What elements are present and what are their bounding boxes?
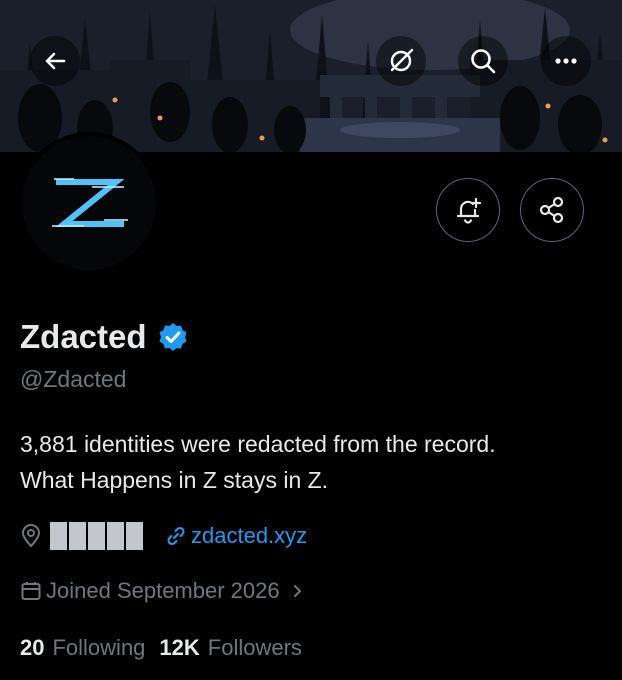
location-redacted bbox=[50, 522, 143, 550]
link-icon bbox=[167, 526, 185, 546]
search-button[interactable] bbox=[458, 36, 508, 86]
website-text: zdacted.xyz bbox=[191, 523, 308, 548]
share-icon bbox=[539, 196, 564, 224]
more-horizontal-icon bbox=[555, 58, 577, 64]
handle: @Zdacted bbox=[20, 366, 127, 392]
profile-banner[interactable] bbox=[0, 0, 622, 152]
stats-row: 20 Following 12K Followers bbox=[20, 635, 302, 661]
back-button[interactable] bbox=[30, 36, 80, 86]
slashed-circle-icon bbox=[390, 48, 414, 72]
followers-count: 12K bbox=[159, 635, 200, 660]
followers-link[interactable]: 12K Followers bbox=[159, 635, 302, 661]
bio: 3,881 identities were redacted from the … bbox=[20, 426, 600, 498]
joined-row[interactable]: Joined September 2026 bbox=[20, 578, 308, 604]
calendar-icon bbox=[21, 582, 41, 600]
location-pin-icon bbox=[21, 524, 41, 548]
bio-line: What Happens in Z stays in Z. bbox=[20, 467, 329, 493]
name-row: Zdacted bbox=[20, 318, 189, 356]
following-count: 20 bbox=[20, 635, 45, 660]
share-button[interactable] bbox=[520, 178, 584, 242]
arrow-left-icon bbox=[45, 52, 66, 70]
followers-label: Followers bbox=[207, 635, 302, 660]
website-link[interactable]: zdacted.xyz bbox=[165, 523, 307, 549]
bio-line: 3,881 identities were redacted from the … bbox=[20, 431, 496, 457]
avatar-image bbox=[22, 136, 156, 270]
following-label: Following bbox=[52, 635, 146, 660]
search-icon bbox=[471, 49, 496, 74]
display-name: Zdacted bbox=[20, 318, 147, 355]
more-button[interactable] bbox=[541, 36, 591, 86]
banner-image bbox=[0, 0, 622, 152]
grok-button[interactable] bbox=[376, 36, 426, 86]
notify-button[interactable] bbox=[436, 178, 500, 242]
chevron-right-icon bbox=[293, 585, 301, 597]
bell-plus-icon bbox=[456, 197, 482, 224]
following-link[interactable]: 20 Following bbox=[20, 635, 145, 661]
meta-row: zdacted.xyz bbox=[20, 520, 307, 552]
joined-text: Joined September 2026 bbox=[46, 578, 280, 603]
glitch-z-logo bbox=[52, 178, 128, 227]
verified-badge-icon[interactable] bbox=[157, 321, 189, 353]
avatar[interactable] bbox=[18, 132, 160, 274]
